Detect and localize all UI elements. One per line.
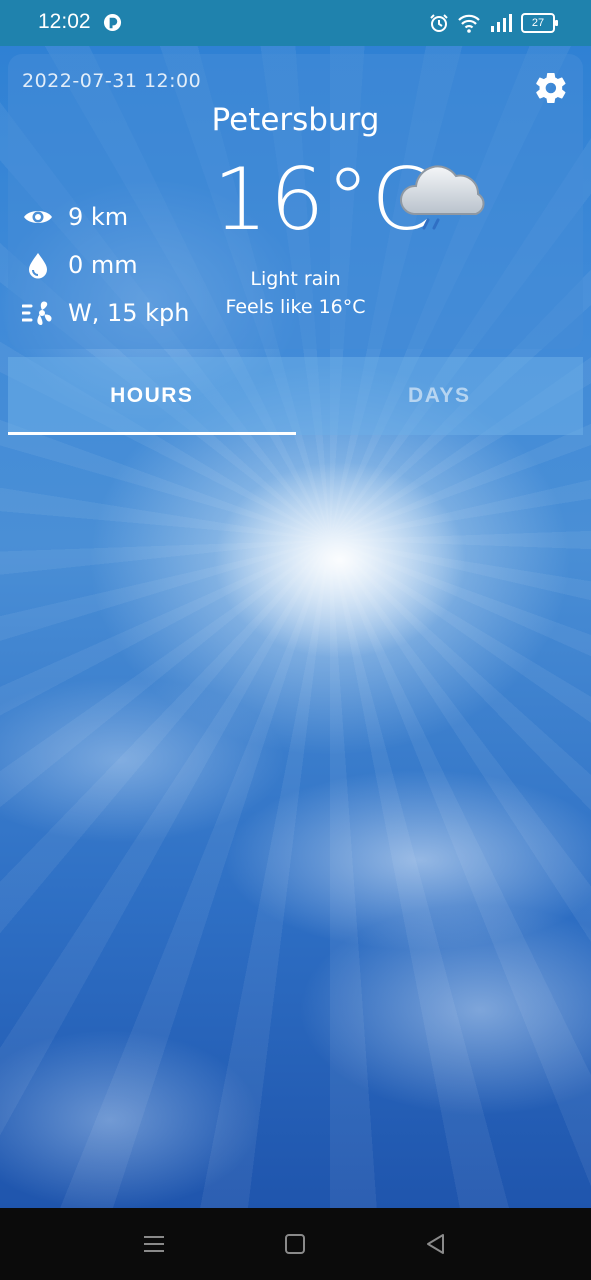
active-tab-indicator <box>8 432 296 435</box>
water-drop-icon <box>29 253 47 279</box>
navigation-bar <box>0 1208 591 1280</box>
forecast-datetime: 2022-07-31 12:00 <box>22 70 202 92</box>
precipitation-value: 0 mm <box>68 251 138 279</box>
screen: 12:02 27 2022-07-31 12:00 Petersburg 16°… <box>0 0 591 1280</box>
alarm-icon <box>430 14 448 32</box>
weather-card: 2022-07-31 12:00 Petersburg 16°C Light r… <box>8 54 583 349</box>
wind-value: W, 15 kph <box>68 299 190 327</box>
signal-icon <box>491 14 512 32</box>
status-bar: 12:02 27 <box>0 0 591 46</box>
feels-like: Feels like 16°C <box>225 296 366 318</box>
tab-hours-label: HOURS <box>110 384 194 407</box>
city-name: Petersburg <box>211 102 380 138</box>
wind-row: W, 15 kph <box>22 296 190 330</box>
precipitation-row: 0 mm <box>22 248 138 282</box>
visibility-value: 9 km <box>68 203 129 231</box>
app-notification-icon <box>103 13 122 32</box>
forecast-tabs: HOURS DAYS <box>8 357 583 435</box>
light-rain-cloud-icon <box>399 165 485 230</box>
tab-days[interactable]: DAYS <box>296 357 584 435</box>
wifi-icon <box>458 14 480 33</box>
menu-icon[interactable] <box>140 1230 168 1258</box>
visibility-row: 9 km <box>22 200 128 234</box>
status-time: 12:02 <box>38 10 91 33</box>
eye-icon <box>24 211 52 223</box>
tab-days-label: DAYS <box>408 384 471 407</box>
weather-condition: Light rain <box>250 268 341 290</box>
battery-icon: 27 <box>521 13 558 33</box>
wind-fan-icon <box>22 301 52 325</box>
settings-gear-icon[interactable] <box>533 70 569 106</box>
status-icons: 27 <box>429 12 558 34</box>
back-icon[interactable] <box>422 1230 450 1258</box>
home-icon[interactable] <box>281 1230 309 1258</box>
tab-hours[interactable]: HOURS <box>8 357 296 435</box>
battery-level: 27 <box>531 17 545 29</box>
